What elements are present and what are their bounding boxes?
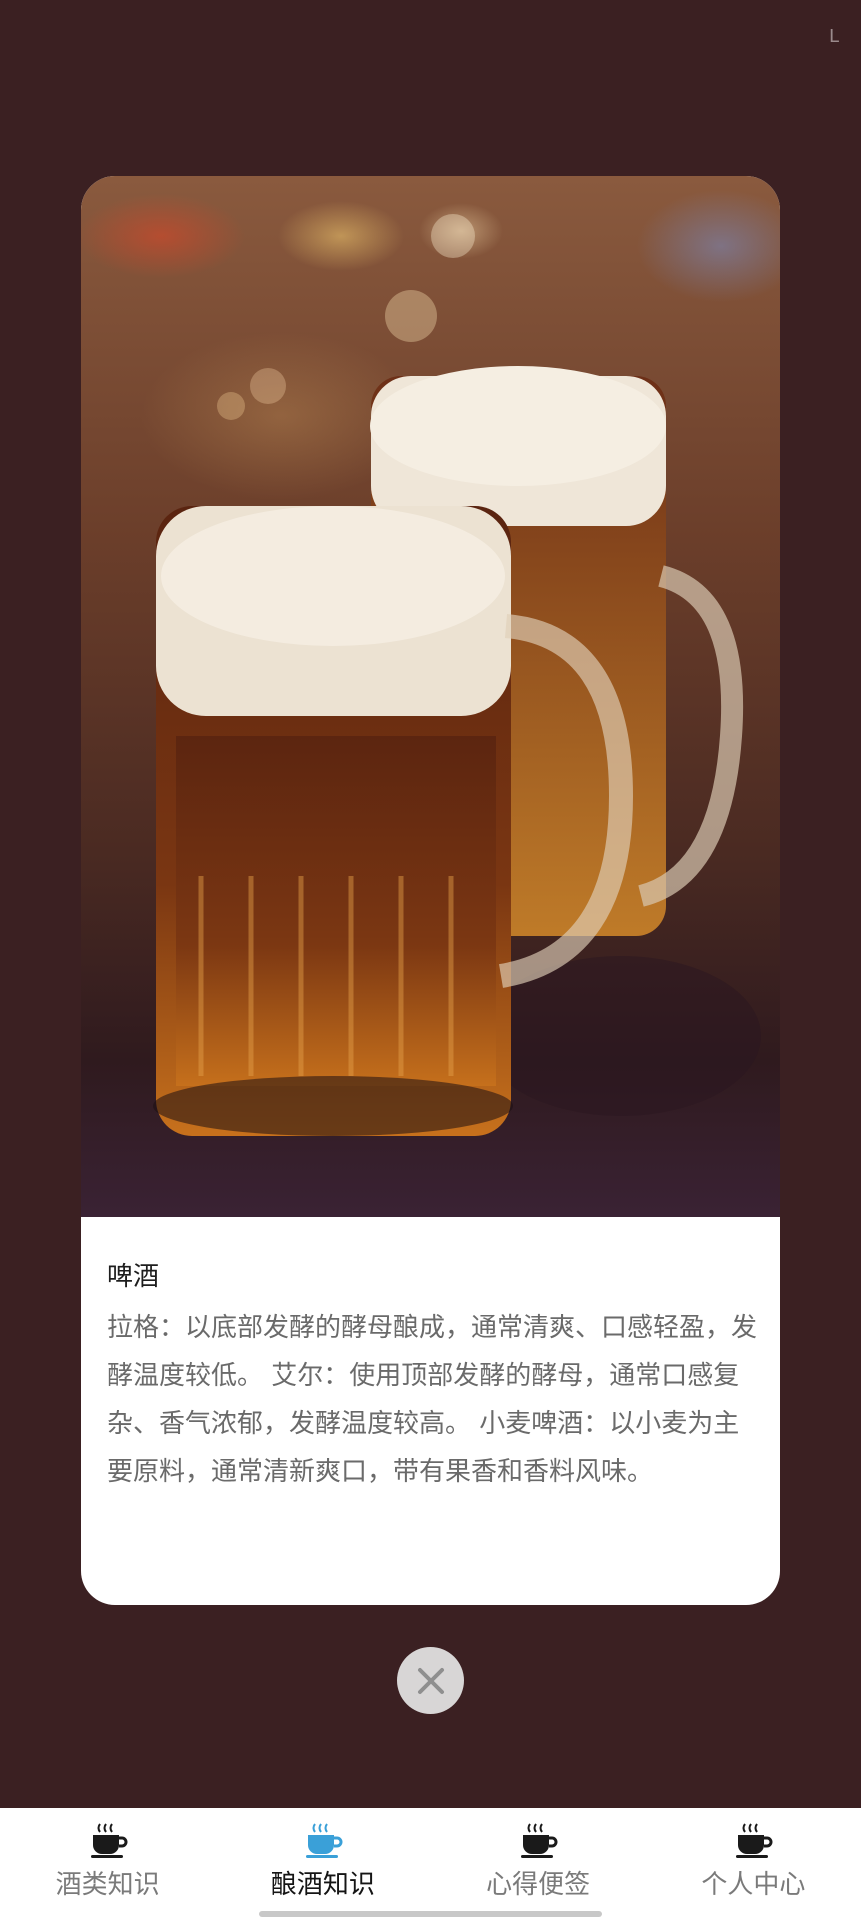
detail-card: 啤酒 拉格：以底部发酵的酵母酿成，通常清爽、口感轻盈，发酵温度较低。 艾尔：使用…: [81, 176, 780, 1605]
nav-item-wine-knowledge[interactable]: 酒类知识: [0, 1808, 215, 1920]
status-indicator: L: [828, 26, 839, 47]
coffee-cup-icon: [521, 1823, 558, 1858]
bottom-navigation: 酒类知识 酿酒知识 心得便签 个人中心: [0, 1808, 861, 1920]
nav-label: 心得便签: [486, 1870, 591, 1900]
coffee-cup-icon: [736, 1823, 773, 1858]
nav-label: 酒类知识: [55, 1870, 160, 1900]
close-button[interactable]: [397, 1647, 464, 1714]
beer-image: [81, 176, 780, 1217]
card-description: 拉格：以底部发酵的酵母酿成，通常清爽、口感轻盈，发酵温度较低。 艾尔：使用顶部发…: [107, 1313, 758, 1487]
close-icon: [417, 1667, 444, 1694]
nav-item-notes[interactable]: 心得便签: [431, 1808, 646, 1920]
nav-item-profile[interactable]: 个人中心: [646, 1808, 861, 1920]
coffee-cup-icon: [305, 1823, 343, 1858]
card-title: 啤酒: [107, 1262, 160, 1292]
nav-label: 酿酒知识: [270, 1870, 375, 1900]
home-indicator[interactable]: [259, 1911, 602, 1917]
nav-item-brewing-knowledge[interactable]: 酿酒知识: [215, 1808, 430, 1920]
nav-label: 个人中心: [701, 1870, 806, 1900]
coffee-cup-icon: [90, 1823, 128, 1858]
